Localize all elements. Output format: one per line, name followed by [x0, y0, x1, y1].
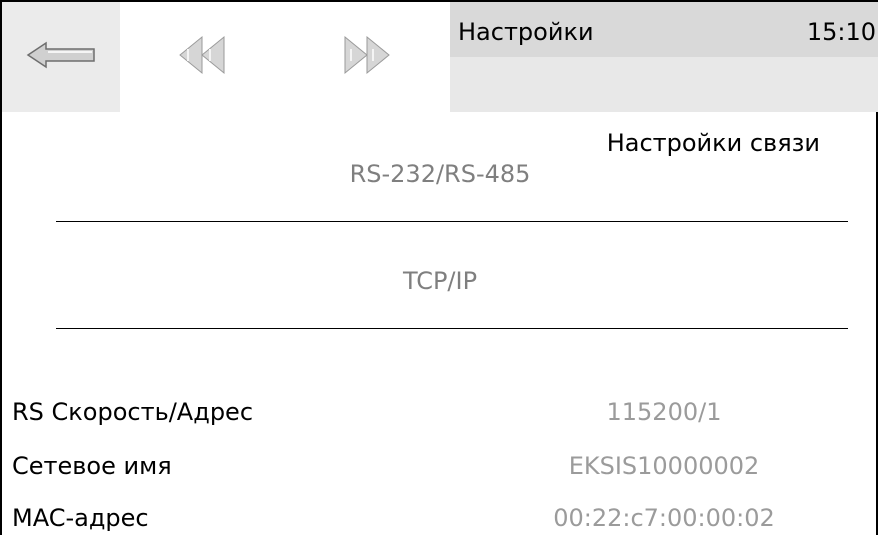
back-button[interactable] [2, 2, 120, 112]
page-title: Настройки [458, 18, 594, 46]
rs-speed-address-value: 115200/1 [606, 398, 722, 426]
arrow-left-icon [26, 40, 96, 74]
next-page-button[interactable] [285, 2, 450, 112]
network-name-label: Сетевое имя [12, 452, 172, 480]
divider [56, 328, 848, 329]
page-subtitle: Настройки связи [606, 129, 820, 157]
network-name-value: EKSIS10000002 [568, 452, 760, 480]
previous-page-button[interactable] [120, 2, 285, 112]
subtitle-bar: Настройки связи [450, 57, 878, 157]
settings-screen: Настройки 15:10 Настройки связи RS-232/R… [0, 0, 878, 535]
title-panel: Настройки 15:10 Настройки связи [450, 2, 878, 157]
title-bar: Настройки 15:10 [450, 2, 878, 57]
divider [56, 221, 848, 222]
double-right-triangle-icon [343, 35, 393, 79]
menu-item-tcp-ip[interactable]: TCP/IP [2, 261, 878, 301]
mac-address-label: MAC-адрес [12, 504, 149, 532]
menu-item-rs232-rs485[interactable]: RS-232/RS-485 [2, 154, 878, 194]
mac-address-value: 00:22:c7:00:00:02 [553, 504, 775, 532]
top-bar: Настройки 15:10 Настройки связи [2, 2, 878, 157]
double-left-triangle-icon [178, 35, 228, 79]
clock: 15:10 [806, 18, 876, 46]
rs-speed-address-label: RS Скорость/Адрес [12, 398, 254, 426]
